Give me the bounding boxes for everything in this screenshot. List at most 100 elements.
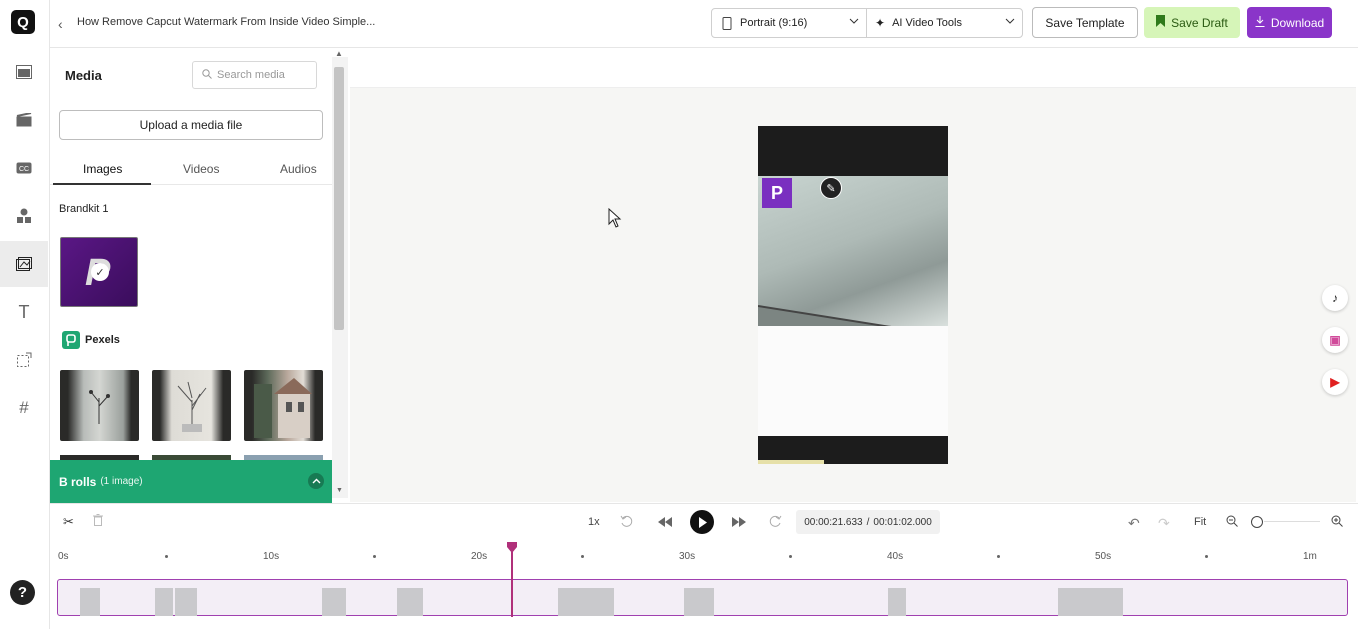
zoom-in-icon[interactable] (1331, 515, 1343, 530)
elements-icon[interactable] (0, 193, 48, 239)
audio-waveform-block (1092, 588, 1123, 616)
zoom-out-icon[interactable] (1226, 515, 1238, 530)
tiktok-icon[interactable]: ♪ (1322, 285, 1348, 311)
mouse-cursor-icon (608, 207, 622, 231)
audio-waveform-block (175, 588, 197, 616)
edit-pen-icon[interactable]: ✎ (820, 177, 842, 199)
download-label: Download (1270, 15, 1325, 30)
top-bar: ‹ How Remove Capcut Watermark From Insid… (50, 0, 1358, 48)
download-icon (1255, 15, 1265, 30)
scroll-down-icon[interactable]: ▼ (336, 487, 343, 494)
scrollbar-thumb[interactable] (334, 67, 344, 330)
text-icon[interactable]: T (0, 289, 48, 335)
resize-icon[interactable] (0, 337, 48, 383)
undo-icon[interactable]: ↶ (1128, 515, 1140, 532)
brolls-bar[interactable]: B rolls (1 image) (50, 460, 332, 503)
aspect-ratio-select[interactable]: Portrait (9:16) (711, 8, 867, 38)
media-panel-title: Media (65, 68, 102, 83)
timeline-tick-label: 1m (1303, 551, 1317, 562)
fit-button[interactable]: Fit (1194, 516, 1206, 528)
time-display: 00:00:21.633 / 00:01:02.000 (796, 510, 940, 534)
project-title[interactable]: How Remove Capcut Watermark From Inside … (77, 16, 375, 28)
layout-icon[interactable] (0, 49, 48, 95)
tab-images[interactable]: Images (83, 162, 122, 176)
upload-media-button[interactable]: Upload a media file (59, 110, 323, 140)
pexels-image-thumb[interactable] (60, 370, 139, 441)
pexels-image-thumb[interactable] (152, 370, 231, 441)
timeline-track[interactable] (57, 579, 1348, 616)
save-draft-label: Save Draft (1171, 15, 1228, 30)
redo-icon[interactable]: ↷ (1158, 515, 1170, 532)
timeline-tick-label: 40s (887, 551, 904, 562)
captions-icon[interactable]: CC (0, 145, 48, 191)
logo-icon[interactable]: Q (11, 10, 35, 34)
rewind-5s-icon[interactable] (620, 515, 633, 531)
reels-icon[interactable]: ▣ (1322, 327, 1348, 353)
playhead[interactable] (506, 542, 517, 617)
download-button[interactable]: Download (1247, 7, 1332, 38)
chevron-up-icon[interactable] (308, 473, 324, 489)
delete-icon[interactable] (93, 514, 103, 529)
search-placeholder: Search media (217, 69, 285, 81)
video-preview[interactable]: P ✎ (758, 126, 948, 464)
save-draft-button[interactable]: Save Draft (1144, 7, 1240, 38)
media-icon[interactable] (0, 241, 48, 287)
zoom-slider-handle[interactable] (1251, 516, 1263, 528)
audio-waveform-block (80, 588, 100, 616)
chevron-down-icon (1005, 16, 1015, 29)
help-icon[interactable]: ? (10, 580, 35, 605)
chevron-down-icon (849, 16, 859, 29)
brolls-count: (1 image) (100, 476, 143, 487)
aspect-ratio-label: Portrait (9:16) (740, 17, 808, 29)
video-frame-bottom (758, 326, 948, 436)
portrait-icon (722, 16, 732, 30)
hashtag-icon[interactable]: # (0, 385, 48, 431)
check-icon: ✓ (91, 263, 109, 281)
brandkit-image[interactable]: P ✓ (60, 237, 138, 307)
search-icon (202, 68, 212, 82)
audio-waveform-block (1058, 588, 1092, 616)
media-panel: Media Search media Upload a media file I… (50, 49, 332, 503)
sparkle-icon: ✦ (875, 16, 886, 30)
audio-waveform-block (397, 588, 423, 616)
back-chevron-icon[interactable]: ‹ (58, 16, 63, 32)
timeline-half-tick (997, 555, 1000, 558)
svg-text:CC: CC (19, 166, 29, 173)
timeline-half-tick (1205, 555, 1208, 558)
canvas-toolbar-area (350, 49, 1356, 88)
pexels-image-thumb[interactable] (244, 370, 323, 441)
tab-audios[interactable]: Audios (280, 162, 317, 176)
brandkit-heading: Brandkit 1 (59, 203, 109, 215)
playback-speed[interactable]: 1x (588, 516, 600, 528)
audio-waveform-block (558, 588, 576, 616)
audio-waveform-block (322, 588, 346, 616)
shorts-icon[interactable]: ▶ (1322, 369, 1348, 395)
skip-back-icon[interactable] (658, 516, 672, 530)
play-button[interactable] (690, 510, 714, 534)
scenes-icon[interactable] (0, 97, 48, 143)
timeline-tick-label: 0s (58, 551, 69, 562)
save-template-button[interactable]: Save Template (1032, 7, 1138, 38)
pexels-logo-icon (62, 331, 80, 349)
timeline-half-tick (165, 555, 168, 558)
timeline-half-tick (373, 555, 376, 558)
forward-5s-icon[interactable] (769, 515, 782, 531)
total-time: 00:01:02.000 (873, 516, 932, 528)
tab-videos[interactable]: Videos (183, 162, 219, 176)
timeline-tick-label: 10s (263, 551, 280, 562)
scissors-icon[interactable]: ✂ (63, 514, 74, 530)
ai-video-tools-select[interactable]: ✦ AI Video Tools (866, 8, 1023, 38)
media-scrollbar[interactable]: ▲ ▼ (332, 49, 348, 498)
timeline-half-tick (789, 555, 792, 558)
zoom-slider-track[interactable] (1264, 521, 1320, 522)
timeline-tick-label: 30s (679, 551, 696, 562)
search-media-input[interactable]: Search media (192, 61, 317, 89)
ai-video-tools-label: AI Video Tools (892, 17, 962, 29)
timeline-tick-label: 50s (1095, 551, 1112, 562)
scroll-up-icon[interactable]: ▲ (335, 49, 343, 58)
brand-watermark-logo[interactable]: P (762, 178, 792, 208)
skip-forward-icon[interactable] (732, 516, 746, 530)
bookmark-icon (1156, 15, 1166, 30)
time-separator: / (866, 516, 870, 528)
current-time: 00:00:21.633 (804, 516, 863, 528)
